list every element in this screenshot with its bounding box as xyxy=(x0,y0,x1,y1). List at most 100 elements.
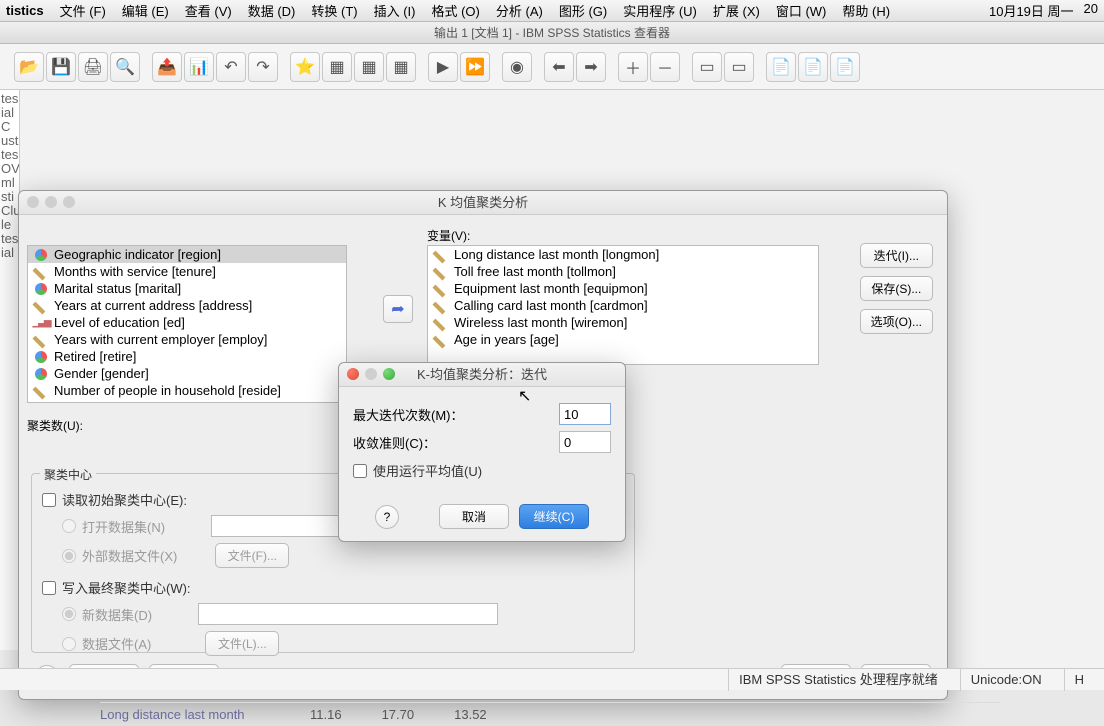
print-icon[interactable]: 🖨 xyxy=(78,52,108,82)
menu-file[interactable]: 文件 (F) xyxy=(60,1,106,20)
goto-icon[interactable]: ⭐ xyxy=(290,52,320,82)
nominal-icon xyxy=(34,248,48,262)
minimize-icon xyxy=(365,368,377,380)
menubar: tistics 文件 (F) 编辑 (E) 查看 (V) 数据 (D) 转换 (… xyxy=(0,0,1104,22)
max-iter-input[interactable] xyxy=(559,403,611,425)
status-message: IBM SPSS Statistics 处理程序就绪 xyxy=(728,669,948,691)
menu-help[interactable]: 帮助 (H) xyxy=(842,1,890,20)
convergence-input[interactable] xyxy=(559,431,611,453)
page1-icon[interactable]: 📄 xyxy=(766,52,796,82)
table2-icon[interactable]: ▦ xyxy=(354,52,384,82)
new-dataset-label: 新数据集(D) xyxy=(82,605,152,624)
status-extra: H xyxy=(1064,669,1094,691)
data-file-label: 数据文件(A) xyxy=(82,634,151,653)
run2-icon[interactable]: ⏩ xyxy=(460,52,490,82)
variables-label: 变量(V): xyxy=(427,227,470,244)
max-iter-label: 最大迭代次数(M)： xyxy=(353,405,551,424)
source-variable-list[interactable]: Geographic indicator [region] Months wit… xyxy=(27,245,347,403)
status-bar: IBM SPSS Statistics 处理程序就绪 Unicode:ON H xyxy=(0,668,1104,690)
list-item: Calling card last month [cardmon] xyxy=(428,297,818,314)
menu-edit[interactable]: 编辑 (E) xyxy=(122,1,169,20)
menu-utilities[interactable]: 实用程序 (U) xyxy=(623,1,697,20)
plus-icon[interactable]: ＋ xyxy=(618,52,648,82)
running-means-checkbox[interactable] xyxy=(353,464,367,478)
iterate-dialog-title: K-均值聚类分析：迭代 xyxy=(339,363,625,387)
new-dataset-radio xyxy=(62,607,76,621)
table3-icon[interactable]: ▦ xyxy=(386,52,416,82)
save-icon[interactable]: 💾 xyxy=(46,52,76,82)
read-initial-checkbox[interactable] xyxy=(42,493,56,507)
output-table-row: Long distance last month 11.16 17.70 13.… xyxy=(100,702,1000,726)
scale-icon xyxy=(31,296,51,316)
target-variable-list[interactable]: Long distance last month [longmon] Toll … xyxy=(427,245,819,365)
write-final-checkbox[interactable] xyxy=(42,581,56,595)
close-icon[interactable] xyxy=(27,196,39,208)
page2-icon[interactable]: 📄 xyxy=(798,52,828,82)
export-icon[interactable]: 📤 xyxy=(152,52,182,82)
menu-window[interactable]: 窗口 (W) xyxy=(776,1,827,20)
options-button[interactable]: 选项(O)... xyxy=(860,309,933,334)
running-means-label: 使用运行平均值(U) xyxy=(373,461,482,480)
file-l-button[interactable]: 文件(L)... xyxy=(205,631,279,656)
list-item: Number of people in household [reside] xyxy=(28,382,346,399)
app-name: tistics xyxy=(6,3,44,18)
status-unicode: Unicode:ON xyxy=(960,669,1052,691)
iter-continue-button[interactable]: 继续(C) xyxy=(519,504,589,529)
scale-icon xyxy=(31,330,51,350)
external-file-radio xyxy=(62,549,76,563)
iter-help-button[interactable]: ? xyxy=(375,505,399,529)
run-icon[interactable]: ▶ xyxy=(428,52,458,82)
list-item: Retired [retire] xyxy=(28,348,346,365)
list-item: Wireless last month [wiremon] xyxy=(428,314,818,331)
open-icon[interactable]: 📂 xyxy=(14,52,44,82)
nominal-icon xyxy=(34,367,48,381)
list-item: Geographic indicator [region] xyxy=(28,246,346,263)
menu-format[interactable]: 格式 (O) xyxy=(431,1,479,20)
menu-graph[interactable]: 图形 (G) xyxy=(559,1,607,20)
iter-cancel-button[interactable]: 取消 xyxy=(439,504,509,529)
scale-icon xyxy=(31,381,51,401)
save-button[interactable]: 保存(S)... xyxy=(860,276,933,301)
new-dataset-input xyxy=(198,603,498,625)
menu-data[interactable]: 数据 (D) xyxy=(248,1,296,20)
ordinal-icon xyxy=(34,316,48,330)
target-icon[interactable]: ◉ xyxy=(502,52,532,82)
nav-next-icon[interactable]: ➡ xyxy=(576,52,606,82)
list-item: Level of education [ed] xyxy=(28,314,346,331)
menu-analyze[interactable]: 分析 (A) xyxy=(496,1,543,20)
outline-pane[interactable]: tesial Cust tesOVml stiClu letesial xyxy=(0,90,20,650)
page3-icon[interactable]: 📄 xyxy=(830,52,860,82)
iterate-button[interactable]: 迭代(I)... xyxy=(860,243,933,268)
window-title: 输出 1 [文档 1] - IBM SPSS Statistics 查看器 xyxy=(0,22,1104,44)
cell-value: 11.16 xyxy=(310,707,342,722)
list-item: Toll free last month [tollmon] xyxy=(428,263,818,280)
zoom-icon[interactable] xyxy=(63,196,75,208)
doc1-icon[interactable]: ▭ xyxy=(692,52,722,82)
zoom-icon[interactable] xyxy=(383,368,395,380)
doc2-icon[interactable]: ▭ xyxy=(724,52,754,82)
scale-icon xyxy=(431,330,451,350)
minus-icon[interactable]: － xyxy=(650,52,680,82)
list-item: Gender [gender] xyxy=(28,365,346,382)
menu-transform[interactable]: 转换 (T) xyxy=(311,1,357,20)
file-f-button[interactable]: 文件(F)... xyxy=(215,543,289,568)
close-icon[interactable] xyxy=(347,368,359,380)
minimize-icon[interactable] xyxy=(45,196,57,208)
external-file-label: 外部数据文件(X) xyxy=(82,546,177,565)
iterate-dialog: K-均值聚类分析：迭代 最大迭代次数(M)： 收敛准则(C)： 使用运行平均值(… xyxy=(338,362,626,542)
redo-icon[interactable]: ↷ xyxy=(248,52,278,82)
mouse-cursor-icon: ↖ xyxy=(518,386,531,406)
chart-icon[interactable]: 📊 xyxy=(184,52,214,82)
menu-extensions[interactable]: 扩展 (X) xyxy=(713,1,760,20)
table1-icon[interactable]: ▦ xyxy=(322,52,352,82)
move-variable-button[interactable]: ➦ xyxy=(383,295,413,323)
menu-view[interactable]: 查看 (V) xyxy=(185,1,232,20)
dialog-title: K 均值聚类分析 xyxy=(19,191,947,215)
nominal-icon xyxy=(34,282,48,296)
scale-icon xyxy=(31,262,51,282)
undo-icon[interactable]: ↶ xyxy=(216,52,246,82)
menu-insert[interactable]: 插入 (I) xyxy=(374,1,416,20)
preview-icon[interactable]: 🔍 xyxy=(110,52,140,82)
list-item: Months with service [tenure] xyxy=(28,263,346,280)
nav-prev-icon[interactable]: ⬅ xyxy=(544,52,574,82)
